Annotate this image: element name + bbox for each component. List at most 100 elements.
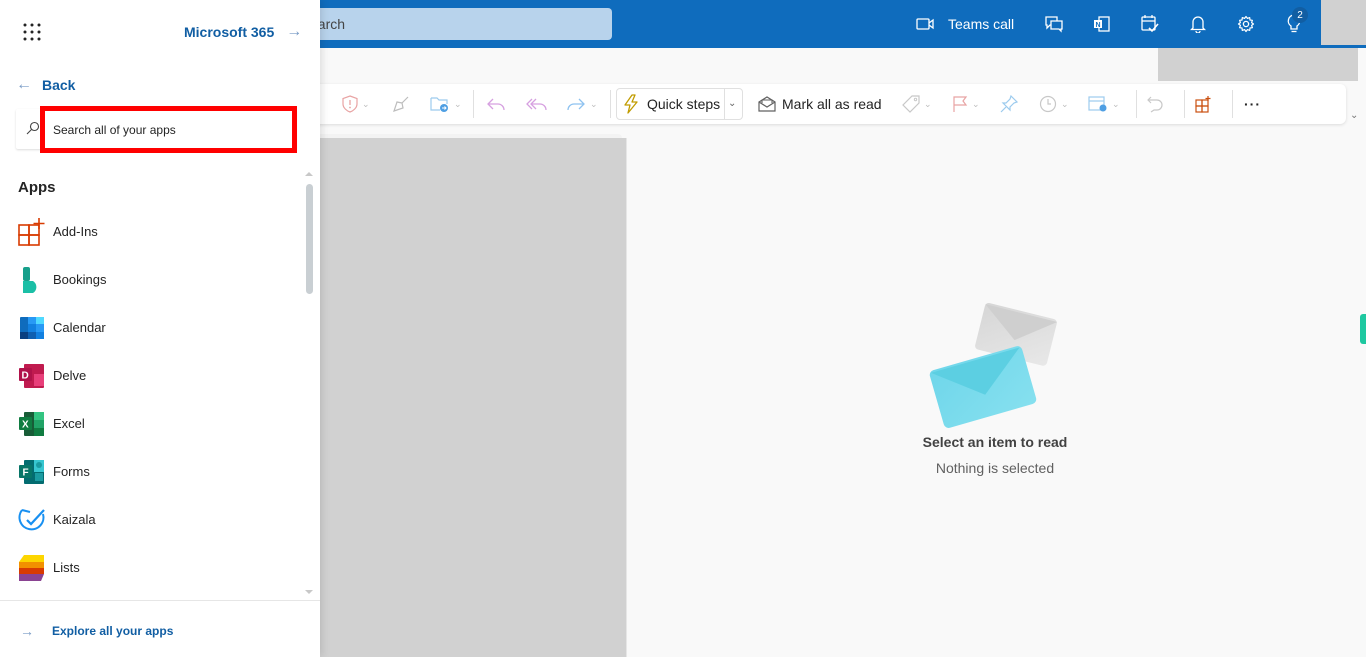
app-item-bookings[interactable]: Bookings xyxy=(0,256,300,304)
flag-icon xyxy=(953,96,968,112)
onenote-icon: N xyxy=(1094,16,1110,32)
redacted-region xyxy=(1158,48,1358,81)
lists-icon xyxy=(19,555,44,581)
app-item-label: Forms xyxy=(53,464,90,479)
app-launcher-waffle-icon[interactable] xyxy=(20,20,44,44)
explore-all-apps-link[interactable]: → Explore all your apps xyxy=(20,623,173,639)
get-add-ins-button[interactable] xyxy=(1195,84,1213,124)
report-button[interactable]: ⌄ xyxy=(342,84,370,124)
undo-button[interactable] xyxy=(1146,84,1164,124)
app-item-label: Delve xyxy=(53,368,87,383)
ribbon-expand-chevron[interactable]: ⌄ xyxy=(1350,110,1358,121)
bell-icon xyxy=(1190,16,1206,33)
app-item-kaizala[interactable]: Kaizala xyxy=(0,496,300,544)
rules-icon xyxy=(1088,96,1107,112)
pin-button[interactable] xyxy=(1000,84,1018,124)
quick-steps-label: Quick steps xyxy=(647,96,721,112)
tag-icon xyxy=(902,95,920,113)
onenote-button[interactable]: N xyxy=(1082,0,1122,48)
kaizala-icon xyxy=(18,509,45,531)
video-camera-icon xyxy=(916,18,934,30)
tips-badge: 2 xyxy=(1292,7,1308,23)
calendar-check-icon xyxy=(1141,15,1159,33)
app-launcher-panel: Microsoft 365 → ← Back Apps Add-Ins Book… xyxy=(0,0,320,657)
mark-all-read-button[interactable]: Mark all as read xyxy=(758,84,882,124)
forms-icon: F xyxy=(19,460,44,484)
chat-feedback-icon xyxy=(1045,16,1063,33)
app-item-label: Kaizala xyxy=(53,512,96,527)
teams-call-button[interactable]: Teams call xyxy=(910,0,1030,48)
bookings-icon xyxy=(23,267,37,293)
reply-all-button[interactable] xyxy=(526,84,548,124)
reply-button[interactable] xyxy=(486,84,506,124)
lightning-icon xyxy=(624,94,638,114)
reading-pane-title: Select an item to read xyxy=(922,434,1068,450)
reading-pane-empty-state: Select an item to read Nothing is select… xyxy=(880,300,1110,490)
forward-icon xyxy=(567,98,585,111)
microsoft-365-label: Microsoft 365 xyxy=(184,24,275,40)
microsoft-365-link[interactable]: Microsoft 365 → xyxy=(184,23,302,41)
app-item-lists[interactable]: Lists xyxy=(0,544,300,592)
app-item-delve[interactable]: D Delve xyxy=(0,352,300,400)
app-item-excel[interactable]: X Excel xyxy=(0,400,300,448)
add-ins-icon xyxy=(18,218,45,246)
explore-label: Explore all your apps xyxy=(52,624,174,638)
reading-pane-subtitle: Nothing is selected xyxy=(935,460,1055,476)
app-item-label: Lists xyxy=(53,560,80,575)
app-item-forms[interactable]: F Forms xyxy=(0,448,300,496)
categorize-button[interactable]: ⌄ xyxy=(902,84,932,124)
back-button[interactable]: ← Back xyxy=(16,76,75,94)
mark-all-read-label: Mark all as read xyxy=(782,96,882,112)
scroll-up-arrow[interactable] xyxy=(305,172,313,176)
notifications-button[interactable] xyxy=(1178,0,1218,48)
reply-all-icon xyxy=(526,98,547,111)
app-item-label: Excel xyxy=(53,416,85,431)
arrow-right-icon: → xyxy=(286,23,303,40)
flag-button[interactable]: ⌄ xyxy=(952,84,980,124)
app-item-calendar[interactable]: Calendar xyxy=(0,304,300,352)
app-search-box xyxy=(16,106,297,153)
arrow-right-icon: → xyxy=(20,623,34,639)
app-item-label: Bookings xyxy=(53,272,107,287)
snooze-button[interactable]: ⌄ xyxy=(1039,84,1069,124)
excel-icon: X xyxy=(19,412,44,436)
rules-button[interactable]: ⌄ xyxy=(1088,84,1120,124)
svg-text:N: N xyxy=(1096,22,1101,29)
app-item-label: Calendar xyxy=(53,320,106,335)
app-item-add-ins[interactable]: Add-Ins xyxy=(0,208,300,256)
move-to-button[interactable]: ⌄ xyxy=(430,84,462,124)
arrow-left-icon: ← xyxy=(16,76,32,93)
apps-heading: Apps xyxy=(18,179,56,196)
tips-button[interactable]: 2 xyxy=(1274,0,1314,48)
quick-steps-dropdown[interactable]: ⌄ xyxy=(728,98,736,109)
reply-icon xyxy=(487,98,505,111)
scroll-thumb[interactable] xyxy=(306,184,313,294)
search-icon xyxy=(26,121,40,135)
clock-icon xyxy=(1039,95,1057,113)
side-pane-handle[interactable] xyxy=(1360,314,1366,344)
envelope-open-icon xyxy=(758,96,776,112)
envelopes-illustration xyxy=(929,302,1058,428)
mail-search-input[interactable]: earch xyxy=(300,8,612,40)
calendar-icon xyxy=(20,317,44,339)
more-options-button[interactable]: ··· xyxy=(1244,84,1261,124)
app-item-label: Add-Ins xyxy=(53,224,98,239)
forward-button[interactable]: ⌄ xyxy=(566,84,598,124)
quick-steps-button[interactable]: Quick steps ⌄ xyxy=(616,88,743,120)
account-avatar[interactable] xyxy=(1321,0,1366,45)
feedback-button[interactable] xyxy=(1034,0,1074,48)
gear-icon xyxy=(1237,15,1255,33)
my-day-button[interactable] xyxy=(1130,0,1170,48)
panel-divider xyxy=(0,600,320,601)
report-shield-icon xyxy=(342,95,358,113)
move-folder-icon xyxy=(430,97,448,112)
app-search-input[interactable] xyxy=(40,106,297,153)
sweep-button[interactable] xyxy=(392,84,410,124)
delve-icon: D xyxy=(19,364,44,388)
add-ins-icon xyxy=(1195,96,1211,113)
app-list-scrollbar[interactable] xyxy=(303,170,315,600)
back-label: Back xyxy=(42,77,76,93)
settings-button[interactable] xyxy=(1226,0,1266,48)
scroll-down-arrow[interactable] xyxy=(305,590,313,594)
ribbon-toolbar: ⌄ ⌄ ⌄ Quick steps ⌄ Mark all as read ⌄ ⌄ xyxy=(300,84,1346,124)
